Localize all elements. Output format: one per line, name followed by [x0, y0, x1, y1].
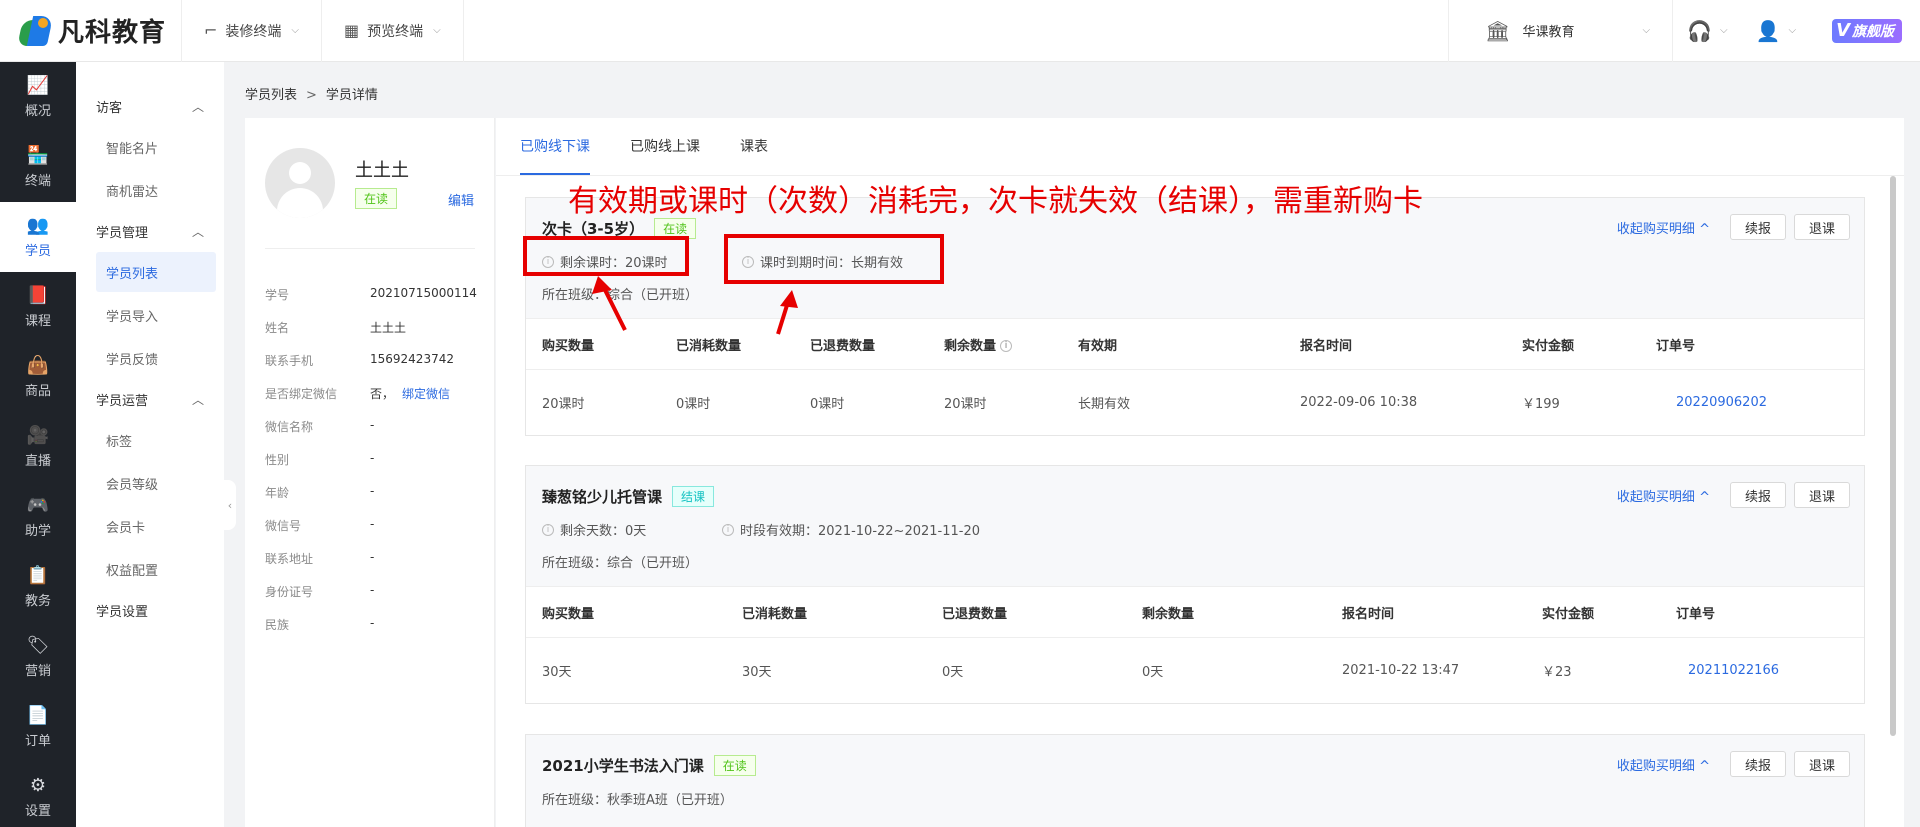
annotation-arrow-line	[601, 285, 627, 331]
annotation-arrow-head	[592, 276, 612, 294]
annotation-arrows	[592, 276, 798, 335]
annotation-arrow-line	[776, 301, 790, 335]
annotation-arrow-head	[780, 290, 798, 308]
